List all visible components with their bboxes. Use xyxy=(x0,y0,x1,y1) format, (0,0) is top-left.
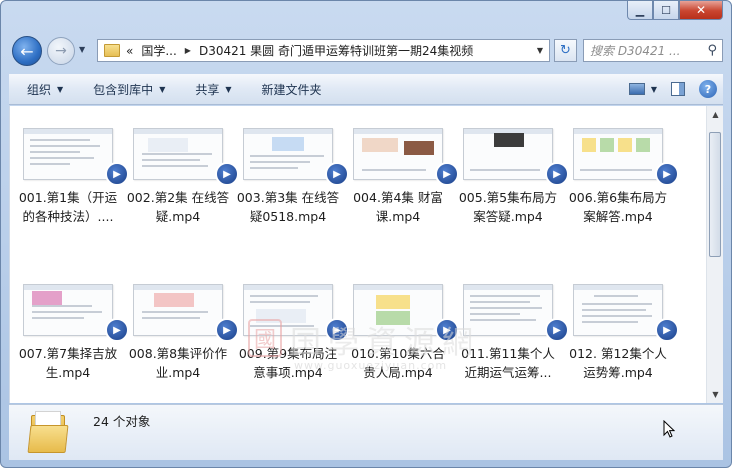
help-icon[interactable]: ? xyxy=(699,80,717,98)
search-placeholder: 搜索 D30421 ... xyxy=(590,44,681,58)
folder-icon xyxy=(104,44,120,57)
arrow-left-icon: ← xyxy=(20,41,34,61)
media-player-icon: ▶ xyxy=(655,162,679,186)
vertical-scrollbar[interactable]: ▲ ▼ xyxy=(706,106,723,403)
view-options-dropdown[interactable]: ▼ xyxy=(651,85,657,94)
watermark-seal: 國 xyxy=(248,319,282,357)
address-dropdown[interactable]: ▼ xyxy=(537,46,543,55)
file-name-line: 生.mp4 xyxy=(45,365,91,380)
include-library-menu[interactable]: 包含到库中 ▼ xyxy=(63,74,165,105)
breadcrumb-overflow[interactable]: « xyxy=(126,44,133,58)
scroll-thumb[interactable] xyxy=(709,132,721,257)
breadcrumb-current[interactable]: D30421 果圆 奇门遁甲运筹特训班第一期24集视频 xyxy=(199,42,473,59)
file-name-line: 005.第5集布局方 xyxy=(458,190,558,205)
file-name-line: 001.第1集（开运 xyxy=(18,190,118,205)
file-name: 001.第1集（开运 的各种技法）.... xyxy=(15,188,121,226)
file-name-line: 012. 第12集个人 xyxy=(569,346,667,361)
arrow-right-icon: → xyxy=(55,43,67,59)
file-name-line: 007.第7集择吉放 xyxy=(18,346,118,361)
address-bar[interactable]: « 国学... ▶ D30421 果圆 奇门遁甲运筹特训班第一期24集视频 ▼ xyxy=(97,39,550,62)
file-name: 005.第5集布局方 案答疑.mp4 xyxy=(455,188,561,226)
file-name: 007.第7集择吉放 生.mp4 xyxy=(15,344,121,382)
search-icon: ⚲ xyxy=(707,43,717,58)
caption-buttons: ▁ ☐ ✕ xyxy=(627,1,723,20)
file-name-line: 业.mp4 xyxy=(155,365,201,380)
file-name: 008.第8集评价作 业.mp4 xyxy=(125,344,231,382)
file-name: 002.第2集 在线答 疑.mp4 xyxy=(125,188,231,226)
organize-menu[interactable]: 组织 ▼ xyxy=(9,74,63,105)
explorer-window: ▁ ☐ ✕ ← → ▼ « 国学... ▶ D30421 果圆 奇门遁甲运筹特训… xyxy=(0,0,732,468)
new-folder-label: 新建文件夹 xyxy=(261,82,322,97)
file-name-line: 案解答.mp4 xyxy=(583,209,653,224)
video-thumbnail xyxy=(463,128,553,180)
file-name-line: 的各种技法）.... xyxy=(22,209,114,224)
item-count: 24 个对象 xyxy=(93,414,151,429)
media-player-icon: ▶ xyxy=(435,162,459,186)
file-name-line: 运势筹.mp4 xyxy=(583,365,653,380)
video-thumbnail xyxy=(23,128,113,180)
include-library-label: 包含到库中 xyxy=(93,82,154,97)
mouse-cursor-icon xyxy=(663,420,675,438)
file-name-line: 疑.mp4 xyxy=(155,209,201,224)
file-list: ▶ 001.第1集（开运 的各种技法）.... ▶ 002.第2集 在线答 疑.mp4 ▶ 0… xyxy=(9,106,723,403)
scroll-up-button[interactable]: ▲ xyxy=(707,106,723,123)
media-player-icon: ▶ xyxy=(545,162,569,186)
file-name: 004.第4集 财富 课.mp4 xyxy=(345,188,451,226)
watermark-text: 国學資源網 xyxy=(290,325,480,361)
video-thumbnail xyxy=(353,128,443,180)
file-name-line: 003.第3集 在线答 xyxy=(236,190,340,205)
file-name-line: 008.第8集评价作 xyxy=(128,346,228,361)
media-player-icon: ▶ xyxy=(325,162,349,186)
new-folder-button[interactable]: 新建文件夹 xyxy=(232,74,322,105)
media-player-icon: ▶ xyxy=(105,318,129,342)
media-player-icon: ▶ xyxy=(545,318,569,342)
refresh-button[interactable]: ↻ xyxy=(554,39,577,62)
video-thumbnail xyxy=(243,128,333,180)
media-player-icon: ▶ xyxy=(215,162,239,186)
file-name: 012. 第12集个人 运势筹.mp4 xyxy=(565,344,671,382)
file-name: 003.第3集 在线答 疑0518.mp4 xyxy=(235,188,341,226)
refresh-icon: ↻ xyxy=(560,43,571,58)
video-thumbnail xyxy=(133,284,223,336)
minimize-button[interactable]: ▁ xyxy=(627,1,653,20)
file-name-line: 案答疑.mp4 xyxy=(473,209,543,224)
video-thumbnail xyxy=(23,284,113,336)
chevron-right-icon[interactable]: ▶ xyxy=(185,46,191,55)
video-thumbnail xyxy=(133,128,223,180)
watermark-url: www.guoxueziyuan.com xyxy=(294,359,448,372)
change-view-icon[interactable] xyxy=(628,83,645,95)
share-menu[interactable]: 共享 ▼ xyxy=(165,74,231,105)
search-input[interactable]: 搜索 D30421 ... ⚲ xyxy=(583,39,723,62)
media-player-icon: ▶ xyxy=(105,162,129,186)
file-name-line: 疑0518.mp4 xyxy=(249,209,327,224)
breadcrumb-item[interactable]: 国学... xyxy=(141,42,176,59)
watermark: 國 国學資源網 www.guoxueziyuan.com xyxy=(248,313,548,383)
forward-button[interactable]: → xyxy=(47,37,75,65)
scroll-down-button[interactable]: ▼ xyxy=(707,386,723,403)
recent-pages-dropdown[interactable]: ▼ xyxy=(79,45,85,54)
file-name-line: 002.第2集 在线答 xyxy=(126,190,230,205)
file-name: 006.第6集布局方 案解答.mp4 xyxy=(565,188,671,226)
close-button[interactable]: ✕ xyxy=(679,1,723,20)
video-thumbnail xyxy=(573,284,663,336)
media-player-icon: ▶ xyxy=(215,318,239,342)
share-label: 共享 xyxy=(195,82,220,97)
command-bar: 组织 ▼ 包含到库中 ▼ 共享 ▼ 新建文件夹 ▼ ? xyxy=(9,74,723,105)
file-name-line: 004.第4集 财富 xyxy=(353,190,443,205)
details-pane: 24 个对象 xyxy=(9,404,723,460)
file-name-line: 课.mp4 xyxy=(375,209,421,224)
back-button[interactable]: ← xyxy=(12,36,42,66)
file-name-line: 006.第6集布局方 xyxy=(568,190,668,205)
media-player-icon: ▶ xyxy=(655,318,679,342)
maximize-button[interactable]: ☐ xyxy=(653,1,679,20)
organize-label: 组织 xyxy=(27,82,52,97)
video-thumbnail xyxy=(573,128,663,180)
folder-icon xyxy=(27,409,69,453)
preview-pane-icon[interactable] xyxy=(671,82,685,96)
